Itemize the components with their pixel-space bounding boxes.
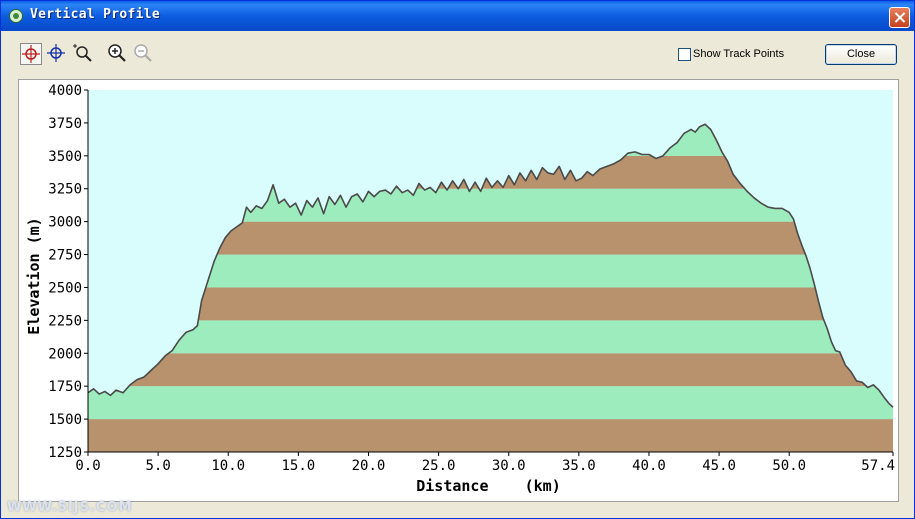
y-tick-label: 1500 — [48, 412, 82, 428]
elevation-band — [88, 386, 893, 420]
pan-crosshair-icon[interactable] — [46, 43, 68, 65]
zoom-box-icon[interactable] — [73, 43, 95, 65]
elevation-band — [88, 287, 893, 321]
x-tick-label: 5.0 — [145, 458, 170, 474]
x-tick-label: 40.0 — [632, 458, 666, 474]
x-tick-label: 35.0 — [562, 458, 596, 474]
window-close-button[interactable] — [889, 7, 910, 28]
y-tick-label: 2750 — [48, 248, 82, 264]
y-tick-label: 3750 — [48, 116, 82, 132]
y-tick-label: 2500 — [48, 280, 82, 296]
vertical-profile-window: Vertical Profile Show Track Points Close… — [0, 0, 915, 519]
watermark: WWW.5IJS.COM — [7, 500, 133, 515]
x-tick-label: 25.0 — [422, 458, 456, 474]
y-tick-label: 3250 — [48, 182, 82, 198]
title-bar[interactable]: Vertical Profile — [1, 1, 914, 31]
x-tick-label: 0.0 — [75, 458, 100, 474]
zoom-out-icon[interactable] — [133, 43, 155, 65]
x-axis-title: Distance (km) — [416, 477, 561, 495]
x-tick-label: 50.0 — [772, 458, 806, 474]
x-tick-label: 45.0 — [702, 458, 736, 474]
plot-frame: 1250 1500 1750 2000 2250 2500 2750 3000 3250 3500… — [18, 79, 899, 502]
x-tick-label: 10.0 — [211, 458, 245, 474]
y-tick-label: 3500 — [48, 149, 82, 165]
elevation-band — [88, 320, 893, 354]
window-title: Vertical Profile — [30, 7, 161, 22]
x-tick-label: 15.0 — [282, 458, 316, 474]
y-tick-label: 2250 — [48, 313, 82, 329]
y-tick-label: 1750 — [48, 379, 82, 395]
elevation-chart[interactable]: 1250150017502000225025002750300032503500… — [19, 80, 898, 501]
y-tick-label: 3000 — [48, 215, 82, 231]
x-tick-label: 20.0 — [352, 458, 386, 474]
x-tick-label: 57.4 — [861, 458, 895, 474]
y-axis-title: Elevation (m) — [25, 217, 43, 334]
y-tick-label: 4000 — [48, 83, 82, 99]
close-button[interactable]: Close — [825, 44, 897, 65]
elevation-band — [88, 353, 893, 387]
elevation-band — [88, 419, 893, 452]
zoom-in-icon[interactable] — [107, 43, 129, 65]
show-track-points-checkbox[interactable] — [678, 48, 691, 61]
show-track-points-label: Show Track Points — [693, 48, 785, 60]
y-tick-label: 2000 — [48, 346, 82, 362]
app-globe-icon — [9, 9, 23, 23]
select-crosshair-icon[interactable] — [20, 43, 42, 65]
x-tick-label: 30.0 — [492, 458, 526, 474]
